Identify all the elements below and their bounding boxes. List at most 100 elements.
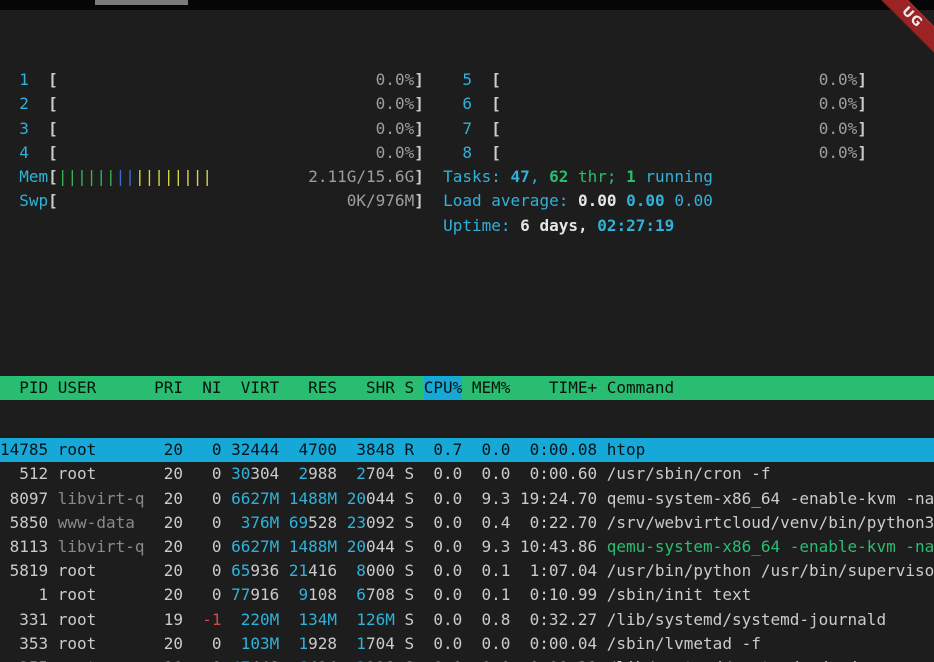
column-header-shr[interactable]: SHR (347, 376, 395, 400)
meter-bar: | (58, 165, 68, 189)
process-row[interactable]: 5819root20065936214168000S0.00.11:07.04/… (0, 559, 934, 583)
ni-cell: 0 (193, 583, 222, 607)
cpu-meter-3: 3 [0.0%] (0, 117, 424, 141)
state-cell: S (404, 656, 414, 662)
state-cell: R (404, 438, 414, 462)
bracket-close: ] (414, 141, 424, 165)
time-cell: 0:01.39 (520, 656, 597, 662)
cpu-percent: 0.0% (376, 117, 415, 141)
cpu-id: 2 (19, 92, 29, 116)
mem-cell: 0.0 (472, 438, 511, 462)
column-header-res[interactable]: RES (289, 376, 337, 400)
meter-bar: | (96, 165, 106, 189)
cpu-meter-line: 2 [0.0%] 6 [0.0%] (0, 92, 934, 116)
time-cell: 0:00.04 (520, 632, 597, 656)
command-cell: /sbin/lvmetad -f (607, 632, 761, 656)
numeric-cell: 8000 (347, 559, 395, 583)
table-header-row: PID USER PRI NI VIRT RES SHR S CPU% MEM% TIME+ Comm… (0, 376, 934, 400)
ni-cell: 0 (193, 511, 222, 535)
cpu-percent: 0.0% (819, 68, 858, 92)
ni-cell: 0 (193, 632, 222, 656)
user-cell: root (58, 462, 145, 486)
column-header-user[interactable]: USER (58, 376, 145, 400)
meter-bar: | (116, 165, 126, 189)
bracket-open: [ (491, 68, 501, 92)
numeric-cell: 134M (289, 608, 337, 632)
cpu-percent: 0.0% (376, 141, 415, 165)
numeric-cell: 6627M (231, 487, 279, 511)
user-cell: libvirt-q (58, 535, 145, 559)
cpu-cell: 0.0 (424, 632, 463, 656)
bracket-open: [ (48, 117, 58, 141)
bracket-open: [ (491, 141, 501, 165)
process-row[interactable]: 355root2004744864243228S0.00.00:01.39/li… (0, 656, 934, 662)
time-cell: 0:22.70 (520, 511, 597, 535)
meter-bar: | (174, 165, 184, 189)
cpu-meter-6: 6 [0.0%] (443, 92, 867, 116)
meter-bar: | (145, 165, 155, 189)
mem-line: Mem[||||||||||||||||2.11G/15.6G]Tasks: 4… (0, 165, 934, 189)
process-row[interactable]: 353root200103M19281704S0.00.00:00.04/sbi… (0, 632, 934, 656)
meter-bar: | (125, 165, 135, 189)
time-cell: 1:07.04 (520, 559, 597, 583)
numeric-cell: 23092 (347, 511, 395, 535)
column-header-ni[interactable]: NI (193, 376, 222, 400)
column-header-time[interactable]: TIME+ (520, 376, 597, 400)
column-header-pid[interactable]: PID (0, 376, 48, 400)
cpu-meter-1: 1 [0.0%] (0, 68, 424, 92)
window-tab[interactable] (95, 0, 188, 5)
pid-cell: 8113 (0, 535, 48, 559)
time-cell: 0:00.08 (520, 438, 597, 462)
process-row[interactable]: 331root19-1220M134M126MS0.00.80:32.27/li… (0, 608, 934, 632)
process-row[interactable]: 14785root2003244447003848R0.70.00:00.08h… (0, 438, 934, 462)
process-row[interactable]: 1root2007791691086708S0.00.10:10.99/sbin… (0, 583, 934, 607)
column-header-mem[interactable]: MEM% (472, 376, 511, 400)
user-cell: root (58, 583, 145, 607)
meter-bar: | (67, 165, 77, 189)
process-row[interactable]: 8113libvirt-q2006627M1488M20044S0.09.310… (0, 535, 934, 559)
process-row[interactable]: 8097libvirt-q2006627M1488M20044S0.09.319… (0, 487, 934, 511)
state-cell: S (404, 608, 414, 632)
ni-cell: 0 (193, 438, 222, 462)
command-cell: /srv/webvirtcloud/venv/bin/python3 (607, 511, 934, 535)
command-cell: /sbin/init text (607, 583, 752, 607)
user-cell: www-data (58, 511, 145, 535)
numeric-cell: 1704 (347, 632, 395, 656)
cpu-meter-4: 4 [0.0%] (0, 141, 424, 165)
bracket-close: ] (414, 117, 424, 141)
meter-bar: | (202, 165, 212, 189)
time-cell: 10:43.86 (520, 535, 597, 559)
window-top-strip (0, 0, 934, 10)
numeric-cell: 1488M (289, 535, 337, 559)
column-header-cpu[interactable]: CPU% (424, 376, 463, 400)
pri-cell: 20 (154, 656, 183, 662)
pid-cell: 353 (0, 632, 48, 656)
column-header-s[interactable]: S (404, 376, 414, 400)
ni-cell: 0 (193, 535, 222, 559)
bracket-open: [ (48, 165, 58, 189)
cpu-id: 3 (19, 117, 29, 141)
ni-cell: -1 (193, 608, 222, 632)
user-cell: root (58, 438, 145, 462)
cpu-meter-5: 5 [0.0%] (443, 68, 867, 92)
pri-cell: 20 (154, 438, 183, 462)
meter-label: Swp (19, 189, 48, 213)
numeric-cell: 1488M (289, 487, 337, 511)
process-row[interactable]: 512root2003030429882704S0.00.00:00.60/us… (0, 462, 934, 486)
bracket-open: [ (491, 117, 501, 141)
mem-cell: 0.4 (472, 511, 511, 535)
time-cell: 0:32.27 (520, 608, 597, 632)
cpu-cell: 0.7 (424, 438, 463, 462)
column-header-virt[interactable]: VIRT (231, 376, 279, 400)
meter-bar: | (154, 165, 164, 189)
process-row[interactable]: 5850www-data200376M6952823092S0.00.40:22… (0, 511, 934, 535)
cpu-meter-line: 1 [0.0%] 5 [0.0%] (0, 68, 934, 92)
pid-cell: 8097 (0, 487, 48, 511)
numeric-cell: 3228 (347, 656, 395, 662)
column-header-pri[interactable]: PRI (154, 376, 183, 400)
process-rows: 14785root2003244447003848R0.70.00:00.08h… (0, 438, 934, 662)
column-header-command[interactable]: Command (607, 376, 674, 400)
numeric-cell: 77916 (231, 583, 279, 607)
bracket-close: ] (857, 92, 867, 116)
pid-cell: 5850 (0, 511, 48, 535)
